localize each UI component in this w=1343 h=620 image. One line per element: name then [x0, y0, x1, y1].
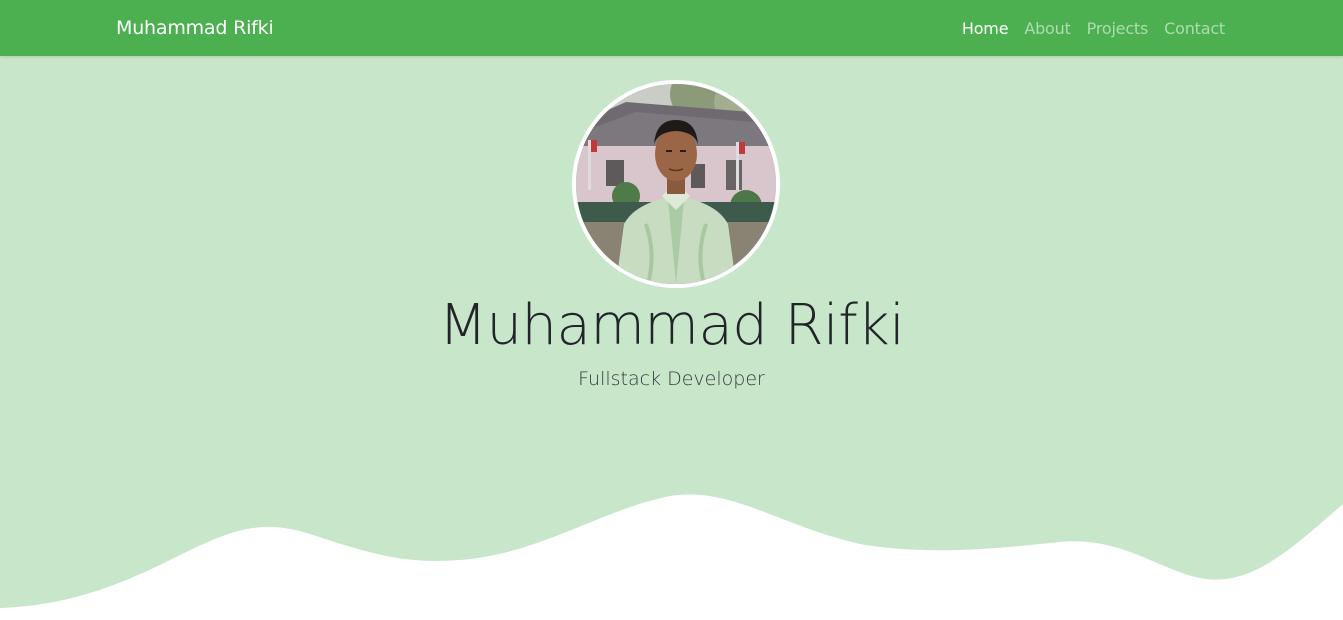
avatar [572, 80, 780, 288]
wave-divider [0, 494, 1343, 620]
hero-name: Muhammad Rifki [438, 293, 905, 358]
navbar: Muhammad Rifki Home About Projects Conta… [0, 0, 1343, 56]
nav-link-contact[interactable]: Contact [1164, 19, 1225, 38]
nav-link-about[interactable]: About [1024, 19, 1071, 38]
navbar-brand[interactable]: Muhammad Rifki [116, 0, 274, 56]
nav-link-projects[interactable]: Projects [1087, 19, 1149, 38]
nav-link-home[interactable]: Home [962, 19, 1009, 38]
profile-photo [576, 84, 776, 284]
hero-section: Muhammad Rifki Fullstack Developer [0, 56, 1343, 620]
hero-role: Fullstack Developer [578, 368, 765, 390]
page: Muhammad Rifki Home About Projects Conta… [0, 0, 1343, 620]
nav-links: Home About Projects Contact [962, 0, 1225, 56]
